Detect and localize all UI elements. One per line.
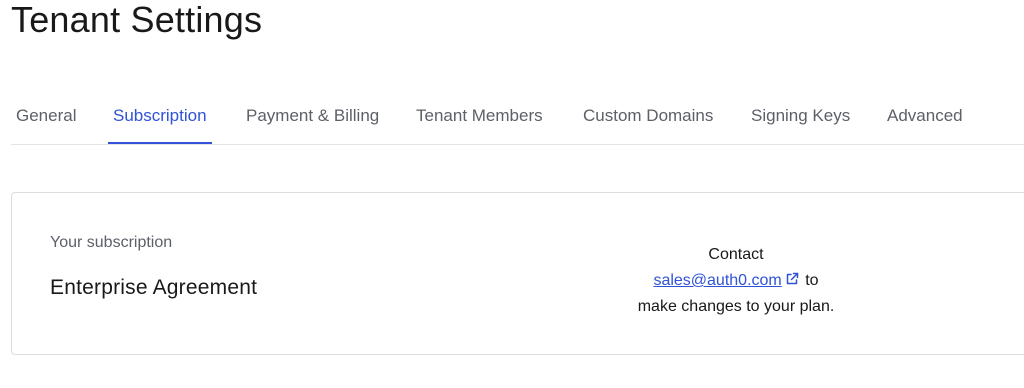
tab-subscription[interactable]: Subscription [108,92,212,144]
sales-email-link[interactable]: sales@auth0.com [653,272,781,289]
subscription-label: Your subscription [50,234,173,251]
subscription-card: Your subscription Enterprise Agreement C… [11,192,1024,355]
contact-prefix: Contact [708,246,764,263]
tab-general[interactable]: General [11,92,81,144]
tab-tenant-members[interactable]: Tenant Members [411,92,548,144]
tab-signing-keys[interactable]: Signing Keys [746,92,855,144]
page-title: Tenant Settings [11,0,263,40]
contact-sales-message: Contact sales@auth0.com to make changes … [601,242,871,320]
tab-payment-billing[interactable]: Payment & Billing [241,92,384,144]
tab-advanced[interactable]: Advanced [882,92,968,144]
subscription-plan: Enterprise Agreement [50,276,258,299]
contact-connector: to [805,272,819,289]
contact-suffix: make changes to your plan. [637,298,835,315]
contact-email-line: sales@auth0.com to [601,268,871,294]
external-link-icon[interactable] [785,272,799,286]
settings-tabs: General Subscription Payment & Billing T… [11,92,1024,145]
tab-custom-domains[interactable]: Custom Domains [578,92,718,144]
